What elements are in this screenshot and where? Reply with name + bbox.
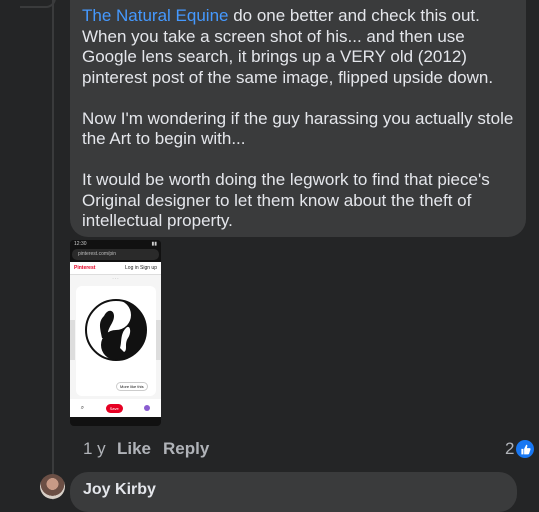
profile-icon — [144, 405, 151, 411]
pinterest-header: Pinterest Log in Sign up — [70, 262, 161, 275]
pin-card: More like this — [76, 286, 156, 396]
thumbs-up-icon — [516, 440, 535, 458]
pinterest-auth: Log in Sign up — [125, 265, 157, 271]
reaction-count: 2 — [505, 439, 515, 458]
comment-actions: 1 y Like Reply — [83, 439, 209, 459]
reply-button[interactable]: Reply — [163, 439, 209, 459]
search-icon: ⌕ — [80, 404, 85, 411]
comment-paragraph-1: The Natural Equine do one better and che… — [82, 6, 514, 88]
pinterest-logo: Pinterest — [74, 265, 96, 271]
comment-author-name[interactable]: Joy Kirby — [83, 481, 156, 499]
comment-paragraph-3: It would be worth doing the legwork to f… — [82, 170, 490, 230]
mention-link[interactable]: The Natural Equine — [82, 6, 228, 25]
attached-screenshot[interactable]: 12:30 ▮▮ pinterest.com/pin Pinterest Log … — [70, 240, 161, 426]
thread-connector — [20, 0, 56, 8]
more-like-this-button: More like this — [116, 382, 148, 391]
pinterest-bottom-bar: ⌕ Save — [70, 399, 161, 417]
phone-status-bar: 12:30 ▮▮ — [70, 240, 161, 249]
comment-paragraph-2: Now I'm wondering if the guy harassing y… — [82, 108, 514, 149]
yin-yang-horse-image — [85, 299, 147, 361]
comment-timestamp[interactable]: 1 y — [83, 439, 117, 459]
browser-url-bar: pinterest.com/pin — [72, 249, 159, 260]
save-button: Save — [105, 403, 123, 413]
pinterest-page: Pinterest Log in Sign up · · · More like… — [70, 262, 161, 417]
side-thumb-left — [70, 320, 75, 360]
pinterest-subnav: · · · — [112, 276, 119, 281]
thread-line — [52, 0, 54, 500]
comment-bubble: The Natural Equine do one better and che… — [70, 0, 526, 237]
side-thumb-right — [156, 320, 161, 360]
avatar[interactable] — [40, 474, 65, 499]
reaction-summary[interactable]: 2 — [505, 439, 535, 459]
like-button[interactable]: Like — [117, 439, 163, 459]
